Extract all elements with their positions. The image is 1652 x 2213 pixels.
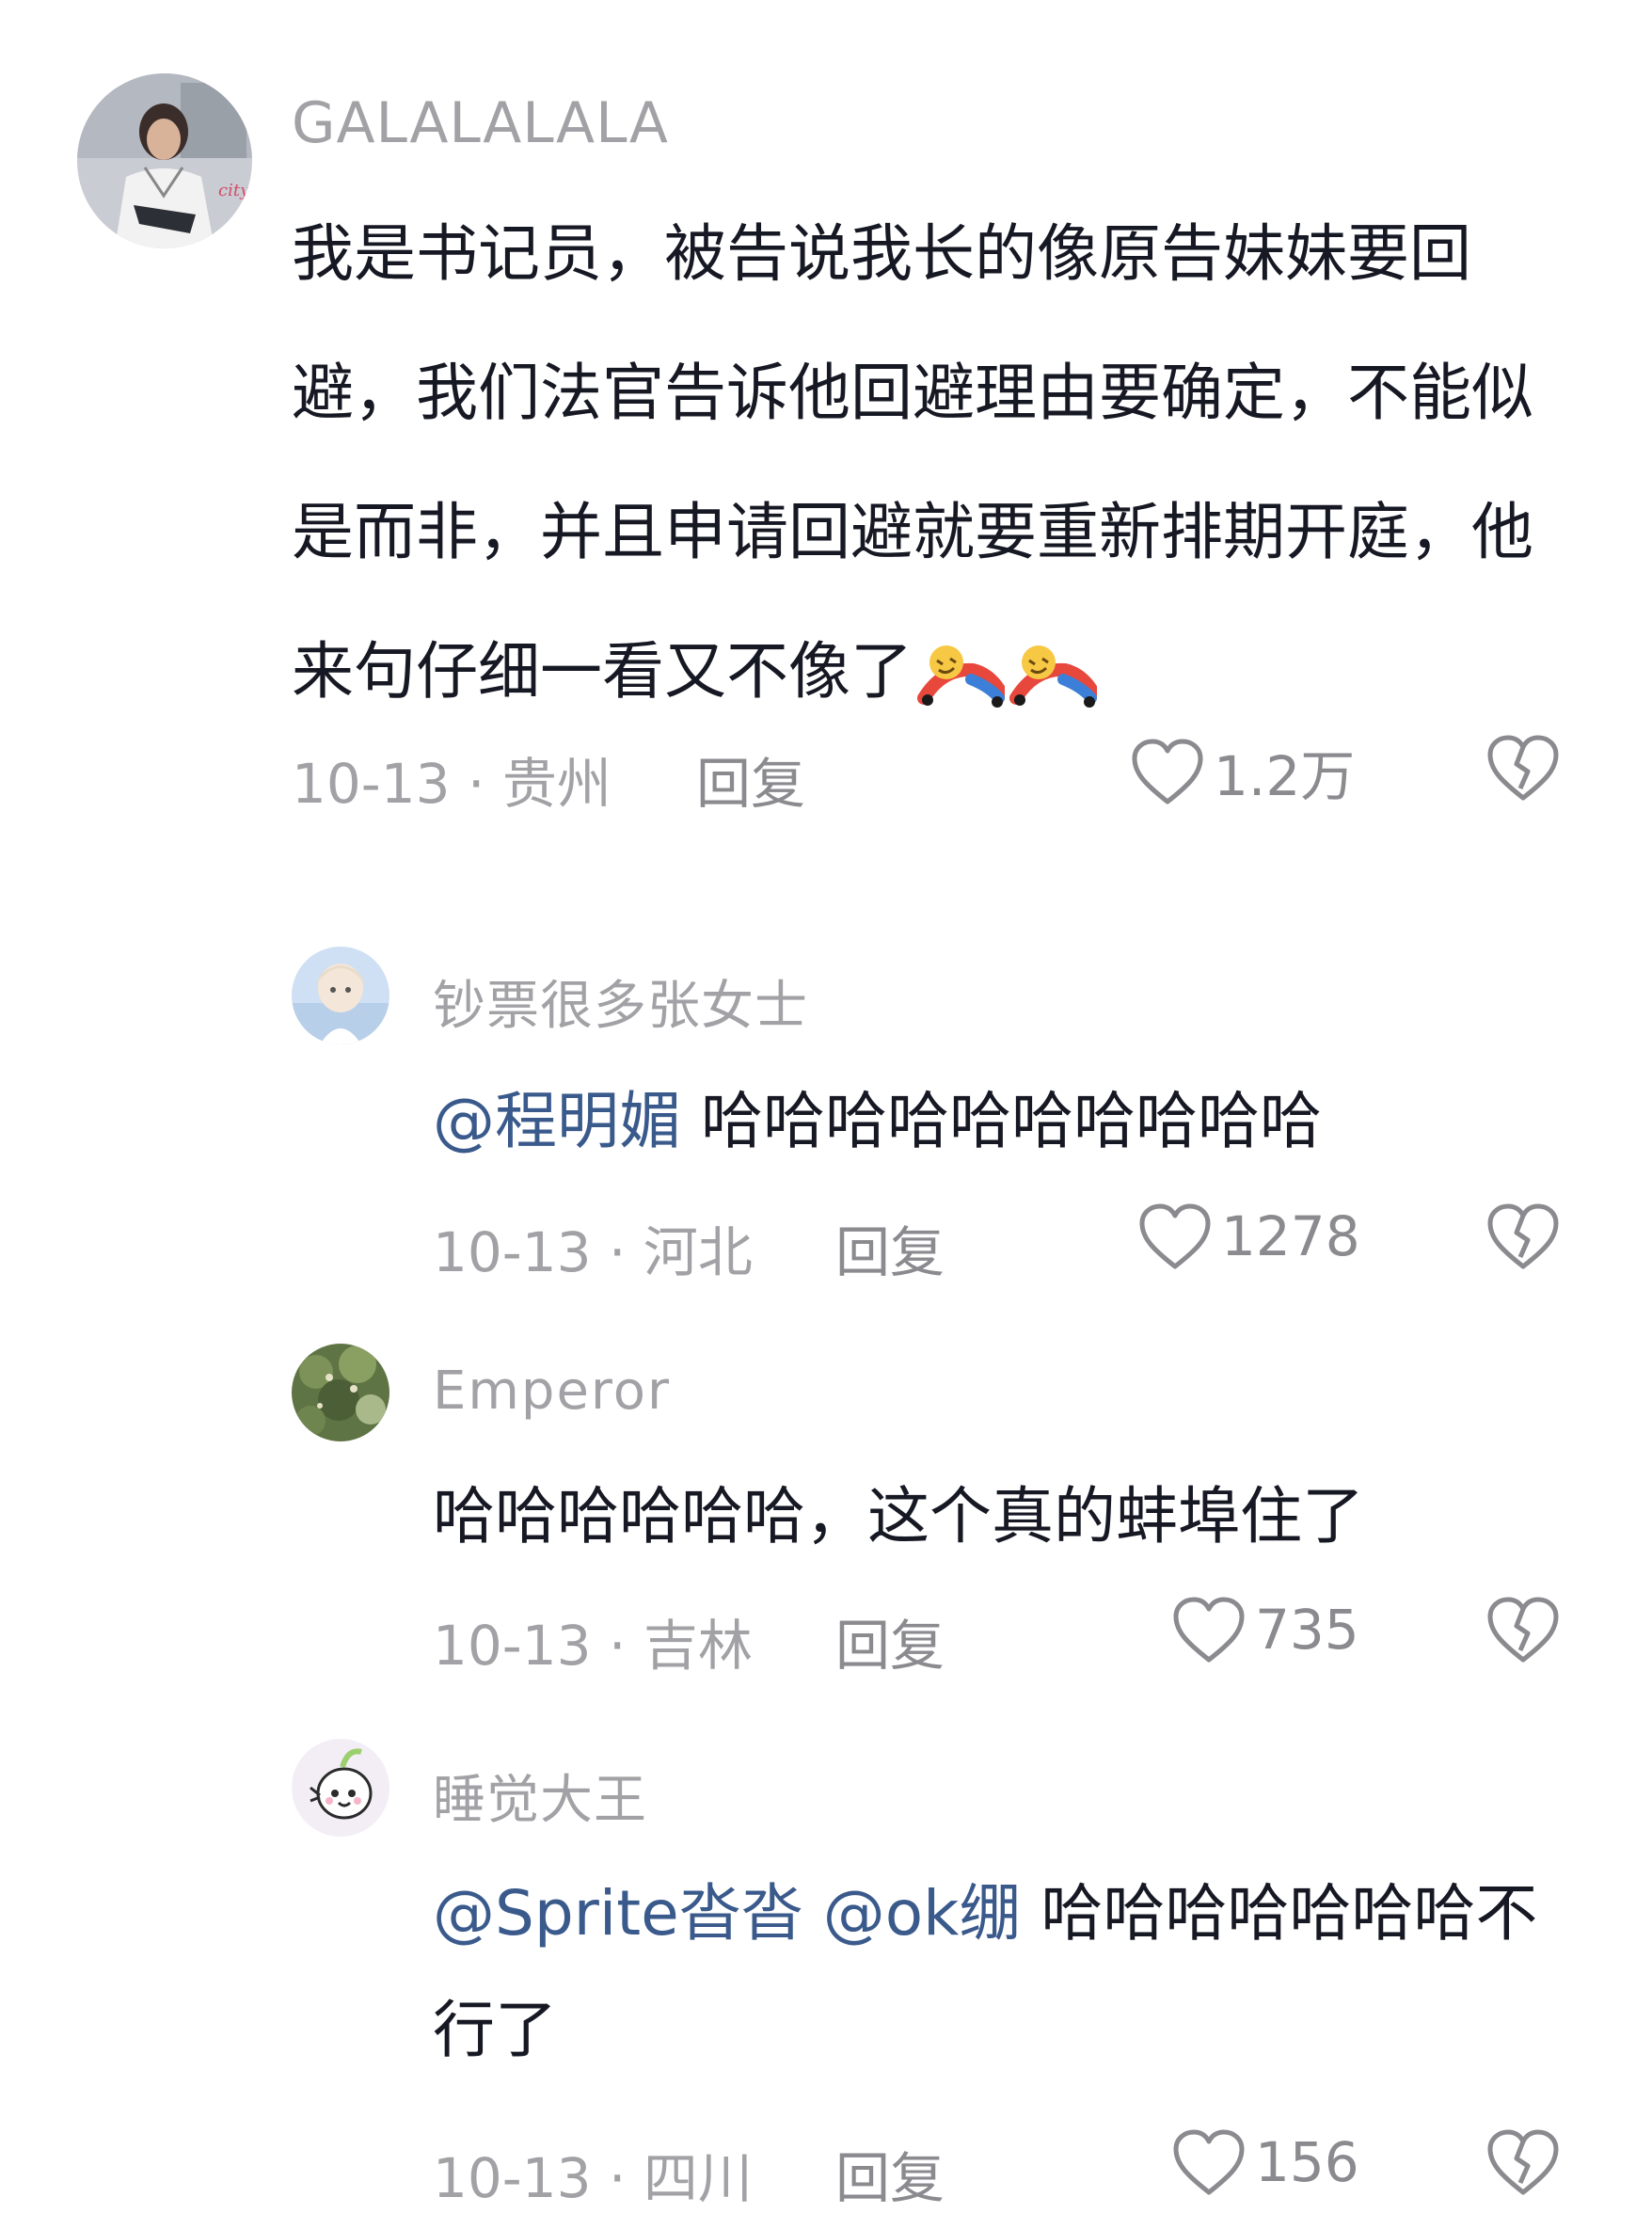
avatar[interactable]: city: [77, 73, 252, 248]
avatar-image: [292, 1344, 389, 1441]
dislike-button[interactable]: [1485, 1594, 1562, 1669]
laughing-rolling-emoji-icon: [917, 645, 1005, 708]
reply-text: 哈哈哈哈哈哈，这个真的蚌埠住了: [433, 1458, 1590, 1575]
reply-button[interactable]: 回复: [696, 740, 805, 819]
laughing-rolling-emoji-icon: [1009, 645, 1097, 708]
dislike-button[interactable]: [1485, 2126, 1562, 2202]
broken-heart-icon: [1487, 735, 1559, 801]
avatar-image: [292, 947, 389, 1044]
like-count: 1.2万: [1214, 744, 1356, 808]
like-count: 1278: [1221, 1204, 1360, 1268]
reply-date-location: 10-13 · 四川: [433, 2146, 753, 2210]
mention-link[interactable]: @程明媚: [433, 1085, 681, 1157]
like-count: 735: [1255, 1598, 1359, 1662]
heart-icon: [1173, 2129, 1245, 2195]
like-button[interactable]: 735: [1170, 1594, 1359, 1665]
reply-username[interactable]: 睡觉大王: [433, 1758, 647, 1834]
mention-link[interactable]: @ok绷: [823, 1877, 1022, 1950]
heart-icon: [1139, 1203, 1211, 1269]
reply-username[interactable]: Emperor: [433, 1361, 671, 1422]
dislike-button[interactable]: [1485, 1201, 1562, 1276]
like-count: 156: [1255, 2130, 1359, 2194]
avatar[interactable]: [292, 1344, 389, 1441]
dislike-button[interactable]: [1485, 732, 1562, 807]
avatar-image: city: [77, 73, 252, 248]
reply-button[interactable]: 回复: [835, 2134, 945, 2213]
reply-text: @程明媚 哈哈哈哈哈哈哈哈哈哈: [433, 1063, 1590, 1180]
comment-date-location: 10-13 · 贵州: [292, 752, 612, 816]
mention-link[interactable]: @Sprite沓沓: [433, 1877, 803, 1950]
broken-heart-icon: [1487, 1597, 1559, 1663]
like-button[interactable]: 1278: [1136, 1201, 1360, 1272]
reply-text: @Sprite沓沓 @ok绷 哈哈哈哈哈哈哈不行了: [433, 1855, 1590, 2089]
heart-icon: [1132, 739, 1203, 804]
reply-text-content: 哈哈哈哈哈哈哈哈哈哈: [681, 1085, 1322, 1157]
reply-username[interactable]: 钞票很多张女士: [433, 963, 808, 1040]
reply-text-content: 哈哈哈哈哈哈，这个真的蚌埠住了: [433, 1480, 1364, 1552]
broken-heart-icon: [1487, 2129, 1559, 2195]
reply-date-location: 10-13 · 河北: [433, 1220, 753, 1284]
like-button[interactable]: 156: [1170, 2126, 1359, 2198]
comment-username[interactable]: GALALALALA: [292, 90, 669, 156]
like-button[interactable]: 1.2万: [1129, 732, 1355, 811]
reply-date-location: 10-13 · 吉林: [433, 1614, 753, 1678]
reply-button[interactable]: 回复: [835, 1208, 945, 1287]
svg-text:city: city: [218, 181, 250, 200]
heart-icon: [1173, 1597, 1245, 1663]
avatar[interactable]: [292, 947, 389, 1044]
comment-text-content: 我是书记员，被告说我长的像原告妹妹要回避，我们法官告诉他回避理由要确定，不能似是…: [292, 217, 1533, 708]
broken-heart-icon: [1487, 1203, 1559, 1269]
avatar-image: [292, 1739, 389, 1837]
comment-text: 我是书记员，被告说我长的像原告妹妹要回避，我们法官告诉他回避理由要确定，不能似是…: [292, 184, 1581, 741]
reply-button[interactable]: 回复: [835, 1601, 945, 1680]
avatar[interactable]: [292, 1739, 389, 1837]
